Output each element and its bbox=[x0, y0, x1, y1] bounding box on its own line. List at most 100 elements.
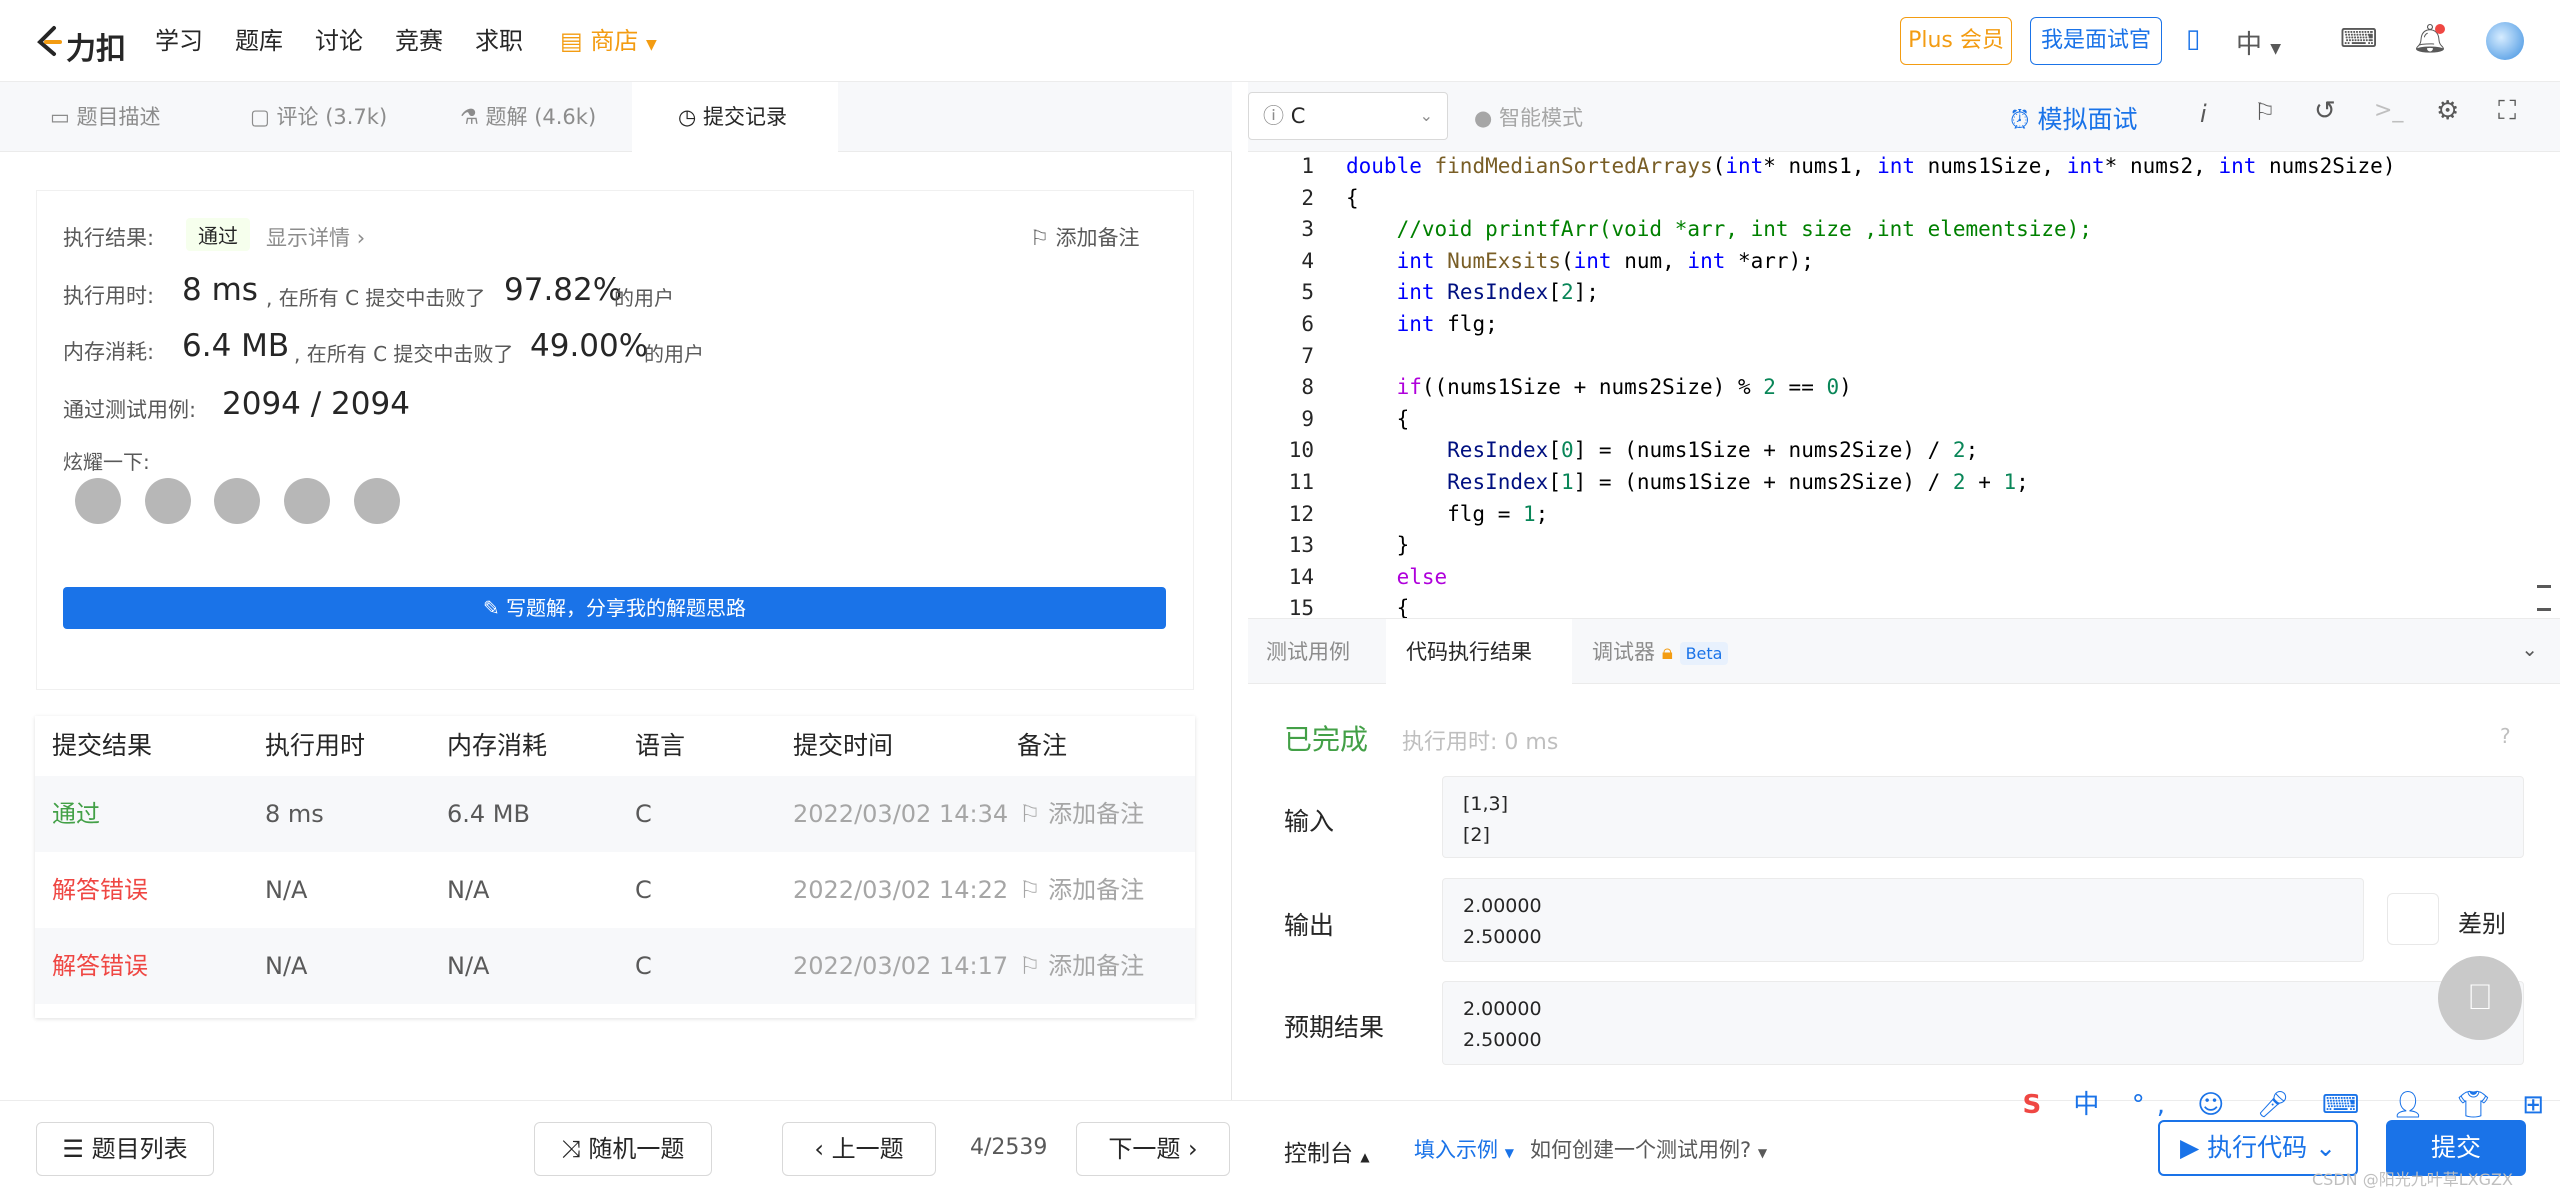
next-problem-button[interactable]: 下一题 › bbox=[1076, 1122, 1230, 1176]
qq-icon[interactable] bbox=[214, 478, 260, 524]
plus-member-button[interactable]: Plus 会员 bbox=[1900, 17, 2012, 65]
cell-date: 2022/03/02 14:22 bbox=[793, 876, 1009, 904]
table-row[interactable]: 解答错误 N/A N/A C 2022/03/02 14:22 ⚐ 添加备注 bbox=[35, 852, 1195, 928]
cell-note[interactable]: ⚐ 添加备注 bbox=[1019, 928, 1144, 1004]
show-detail-label: 显示详情 bbox=[266, 226, 350, 250]
nav-item-jobs[interactable]: 求职 bbox=[475, 26, 523, 56]
output-label: 输出 bbox=[1284, 911, 1335, 940]
write-solution-button[interactable]: ✎ 写题解，分享我的解题思路 bbox=[63, 587, 1166, 629]
cell-note[interactable]: ⚐ 添加备注 bbox=[1019, 852, 1144, 928]
leetcode-logo-icon[interactable] bbox=[32, 24, 64, 58]
settings-icon[interactable]: ⚙ bbox=[2436, 96, 2459, 126]
cell-memory: N/A bbox=[447, 952, 490, 980]
mobile-icon[interactable]: ▯ bbox=[2186, 24, 2200, 54]
cell-result[interactable]: 解答错误 bbox=[52, 928, 148, 1004]
show-detail-link[interactable]: 显示详情 › bbox=[266, 222, 365, 252]
tab-debugger[interactable]: 调试器 🔒︎ Beta bbox=[1592, 619, 1792, 685]
info-i-icon[interactable]: i bbox=[2200, 100, 2207, 128]
code-line[interactable]: int flg; bbox=[1346, 312, 1498, 336]
console-label: 控制台 bbox=[1284, 1141, 1353, 1167]
help-icon[interactable]: ? bbox=[2500, 724, 2511, 748]
cell-result[interactable]: 通过 bbox=[52, 776, 100, 852]
flag-icon[interactable]: ⚐ bbox=[2254, 98, 2276, 126]
chevron-down-icon: ▼ bbox=[645, 37, 657, 53]
code-line[interactable]: if((nums1Size + nums2Size) % 2 == 0) bbox=[1346, 375, 1852, 399]
terminal-prompt-icon[interactable]: >_ bbox=[2374, 98, 2403, 123]
terminal-icon[interactable]: ⌨ bbox=[2340, 24, 2378, 54]
add-note-button[interactable]: ⚐ 添加备注 bbox=[1030, 222, 1140, 252]
code-line[interactable]: { bbox=[1346, 186, 1359, 210]
avatar[interactable] bbox=[2486, 22, 2524, 60]
line-number: 1 bbox=[1301, 154, 1314, 178]
code-line[interactable]: int ResIndex[2]; bbox=[1346, 280, 1599, 304]
editor-scrollbar[interactable] bbox=[2537, 585, 2551, 611]
bookmark-float-button[interactable]: ⎕ bbox=[2438, 956, 2522, 1040]
line-number: 5 bbox=[1301, 280, 1314, 305]
reset-icon[interactable]: ↺ bbox=[2314, 96, 2336, 126]
table-row[interactable]: 通过 8 ms 6.4 MB C 2022/03/02 14:34 ⚐ 添加备注 bbox=[35, 776, 1195, 852]
weibo-icon[interactable] bbox=[145, 478, 191, 524]
line-number: 12 bbox=[1288, 501, 1314, 526]
code-line[interactable]: { bbox=[1346, 596, 1410, 620]
code-line[interactable]: { bbox=[1346, 407, 1410, 431]
interviewer-button[interactable]: 我是面试官 bbox=[2030, 17, 2162, 65]
random-problem-button[interactable]: ⤨ 随机一题 bbox=[534, 1122, 712, 1176]
smart-mode-label: 智能模式 bbox=[1499, 106, 1583, 130]
mock-interview-button[interactable]: ⏰︎ 模拟面试 bbox=[2010, 100, 2137, 136]
nav-item-contest[interactable]: 竞赛 bbox=[395, 26, 443, 56]
language-switch[interactable]: 中 ▼ bbox=[2236, 24, 2281, 61]
how-create-dropdown[interactable]: 如何创建一个测试用例? ▼ bbox=[1530, 1134, 1767, 1164]
output-box[interactable]: 2.00000 2.50000 bbox=[1442, 878, 2364, 962]
nav-item-problems[interactable]: 题库 bbox=[235, 26, 283, 56]
time-users-text: 的用户 bbox=[614, 286, 674, 310]
console-toggle[interactable]: 控制台 ▲ bbox=[1284, 1134, 1370, 1168]
diff-checkbox[interactable] bbox=[2387, 893, 2439, 945]
douban-icon[interactable] bbox=[284, 478, 330, 524]
shop-label: 商店 bbox=[590, 27, 639, 55]
cell-result[interactable]: 解答错误 bbox=[52, 852, 148, 928]
col-header-result: 提交结果 bbox=[52, 731, 153, 760]
flag-icon: ⚐ bbox=[1019, 876, 1049, 904]
share-label: 炫耀一下: bbox=[63, 450, 150, 474]
code-line[interactable]: ResIndex[0] = (nums1Size + nums2Size) / … bbox=[1346, 438, 1978, 462]
done-status: 已完成 bbox=[1284, 723, 1369, 756]
code-line[interactable]: } bbox=[1346, 533, 1410, 557]
code-line[interactable]: flg = 1; bbox=[1346, 502, 1548, 526]
nav-item-learn[interactable]: 学习 bbox=[155, 26, 203, 56]
code-line[interactable]: //void printfArr(void *arr, int size ,in… bbox=[1346, 217, 2092, 241]
code-line[interactable]: double findMedianSortedArrays(int* nums1… bbox=[1346, 154, 2395, 178]
tab-test-cases[interactable]: 测试用例 bbox=[1266, 619, 1386, 685]
fill-example-dropdown[interactable]: 填入示例 ▼ bbox=[1414, 1134, 1514, 1164]
tab-label: 提交记录 bbox=[703, 105, 787, 129]
nav-item-shop[interactable]: ▤ 商店 ▼ bbox=[560, 26, 657, 60]
expected-box[interactable]: 2.00000 2.50000 bbox=[1442, 981, 2524, 1065]
code-line[interactable]: ResIndex[1] = (nums1Size + nums2Size) / … bbox=[1346, 470, 2029, 494]
wechat-icon[interactable] bbox=[75, 478, 121, 524]
language-select[interactable]: ⓘ C ⌄ bbox=[1248, 92, 1448, 140]
collapse-icon[interactable]: ⌄ bbox=[2521, 637, 2538, 661]
tab-solutions[interactable]: ⚗ 题解 (4.6k) bbox=[460, 82, 630, 152]
cell-note-label: 添加备注 bbox=[1048, 800, 1145, 828]
code-line[interactable]: int NumExsits(int num, int *arr); bbox=[1346, 249, 1814, 273]
nav-item-discuss[interactable]: 讨论 bbox=[315, 26, 363, 56]
logo-text[interactable]: 力扣 bbox=[66, 24, 126, 68]
ime-toolbar[interactable]: S 中 °, ☺ 🎤︎ ⌨ 👤︎ 👕︎ ⊞ bbox=[1524, 1084, 2556, 1120]
code-line[interactable]: else bbox=[1346, 565, 1448, 589]
input-box[interactable]: [1,3] [2] bbox=[1442, 776, 2524, 858]
chevron-left-icon: ‹ bbox=[814, 1135, 832, 1163]
chevron-down-icon: ▼ bbox=[1757, 1146, 1768, 1160]
cases-value: 2094 / 2094 bbox=[222, 386, 410, 422]
problem-list-button[interactable]: ☰ 题目列表 bbox=[36, 1122, 214, 1176]
tab-submissions[interactable]: ◷ 提交记录 bbox=[632, 82, 838, 152]
table-row[interactable]: 解答错误 N/A N/A C 2022/03/02 14:17 ⚐ 添加备注 bbox=[35, 928, 1195, 1004]
smart-mode-toggle[interactable]: ● 智能模式 bbox=[1474, 102, 1583, 132]
prev-problem-button[interactable]: ‹ 上一题 bbox=[782, 1122, 936, 1176]
tab-comments[interactable]: ▢ 评论 (3.7k) bbox=[250, 82, 420, 152]
line-number: 4 bbox=[1301, 248, 1314, 273]
fullscreen-icon[interactable]: ⛶ bbox=[2498, 96, 2516, 127]
cell-note[interactable]: ⚐ 添加备注 bbox=[1019, 776, 1144, 852]
list-icon: ☰ bbox=[62, 1135, 92, 1163]
linkedin-icon[interactable] bbox=[354, 478, 400, 524]
tab-run-result[interactable]: 代码执行结果 bbox=[1386, 619, 1572, 685]
tab-description[interactable]: ▭ 题目描述 bbox=[50, 82, 220, 152]
